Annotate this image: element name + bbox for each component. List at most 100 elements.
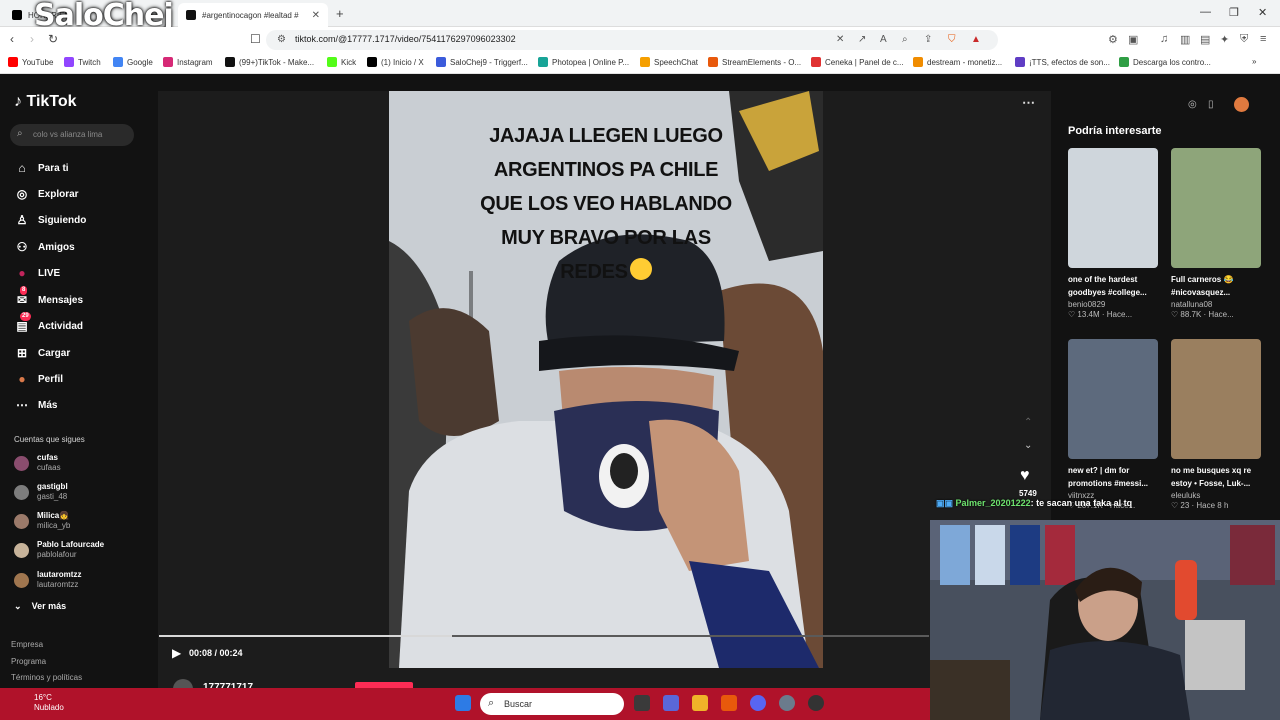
compass-icon[interactable]: ◎ (1188, 99, 1197, 110)
footer-link[interactable]: Empresa (11, 640, 43, 649)
bookmark-item[interactable]: SpeechChat (640, 57, 698, 67)
browser-tab-active[interactable]: #argentinocagon #lealtad # ✕ (178, 3, 328, 27)
see-more-button[interactable]: ⌄ Ver más (14, 601, 66, 612)
video-progress-bar[interactable] (159, 635, 929, 637)
recommended-video-card[interactable]: one of the hardest goodbyes #college... b… (1068, 148, 1160, 319)
bookmark-item[interactable]: ¡TTS, efectos de son... (1015, 57, 1110, 67)
nav-item[interactable]: ⊞ Cargar (14, 345, 70, 361)
store-icon[interactable] (663, 695, 679, 711)
obs-icon[interactable] (808, 695, 824, 711)
more-options-icon[interactable]: ⋯ (1022, 95, 1035, 111)
leo-icon[interactable]: ✦ (1220, 33, 1229, 46)
followed-account[interactable]: gastigbl gasti_48 (14, 482, 68, 502)
recommended-video-card[interactable]: Full carneros 😂 #nicovasquez... natalluna… (1171, 148, 1263, 319)
nav-item[interactable]: ▤ 29 Actividad (14, 312, 83, 334)
brave-shield-icon[interactable]: ⛉ (948, 34, 956, 45)
followed-account[interactable]: cufas cufaas (14, 453, 61, 473)
screenshot-icon[interactable]: ▣ (1128, 33, 1138, 46)
followed-account[interactable]: lautaromtzz lautaromtzz (14, 570, 81, 590)
forward-icon[interactable]: › (30, 32, 34, 46)
bookmark-item[interactable]: StreamElements - O... (708, 57, 801, 67)
search-input[interactable]: ⌕ colo vs alianza lima (10, 124, 134, 146)
tiktok-logo[interactable]: ♪ TikTok (14, 93, 77, 111)
device-icon[interactable]: ▯ (1208, 99, 1214, 110)
see-more-label: Ver más (31, 601, 67, 611)
followed-account[interactable]: Milica👧 milica_yb (14, 511, 70, 531)
recommended-video-card[interactable]: new et? | dm for promotions #messi... vii… (1068, 339, 1160, 510)
bookmark-item[interactable]: Photopea | Online P... (538, 57, 629, 67)
extensions-icon[interactable]: ⚙ (1108, 33, 1118, 46)
video-thumbnail (1171, 339, 1261, 459)
nav-item[interactable]: ● LIVE (14, 265, 60, 281)
bookmark-item[interactable]: SaloChej9 - Triggerf... (436, 57, 528, 67)
menu-icon[interactable]: ≡ (1260, 33, 1266, 45)
heart-icon[interactable]: ♥ (1020, 467, 1030, 485)
account-handle: pablolafour (37, 550, 77, 559)
footer-link[interactable]: Programa (11, 657, 46, 666)
upload-icon: ⊞ (16, 346, 28, 360)
wallet-icon[interactable]: ▤ (1200, 33, 1210, 46)
new-tab-button[interactable]: + (336, 6, 344, 21)
brave-rewards-icon[interactable]: ▲ (971, 34, 981, 45)
file-explorer-icon[interactable] (692, 695, 708, 711)
bookmark-favicon-icon (436, 57, 446, 67)
laughing-emoji-icon (629, 257, 652, 280)
bookmark-item[interactable]: Descarga los contro... (1119, 57, 1211, 67)
bookmark-item[interactable]: Google (113, 57, 153, 67)
discord-icon[interactable] (750, 695, 766, 711)
vpn-icon[interactable]: ⛨ (1240, 33, 1248, 46)
video-caption: JAJAJA LLEGEN LUEGO ARGENTINOS PA CHILE … (389, 119, 823, 289)
nav-item[interactable]: ♙ Siguiendo (14, 212, 87, 228)
task-view-icon[interactable] (634, 695, 650, 711)
brave-browser-icon[interactable] (721, 695, 737, 711)
zoom-icon[interactable]: ⌕ (902, 34, 908, 45)
play-icon[interactable]: ▶ (172, 646, 181, 660)
mute-icon[interactable]: ✕ (836, 34, 844, 45)
close-window-icon[interactable]: ✕ (1258, 6, 1267, 19)
share-icon[interactable]: ⇪ (924, 34, 932, 45)
bookmark-item[interactable]: (1) Inicio / X (367, 57, 424, 67)
music-icon[interactable]: ♫ (1160, 33, 1168, 45)
bookmark-item[interactable]: Kick (327, 57, 356, 67)
bookmark-item[interactable]: Ceneka | Panel de c... (811, 57, 904, 67)
bookmark-label: destream - monetiz... (927, 57, 1003, 67)
footer-link[interactable]: Términos y políticas (11, 673, 82, 682)
nav-item[interactable]: ⌂ Para ti (14, 160, 68, 176)
open-external-icon[interactable]: ↗ (858, 34, 866, 45)
taskbar-search[interactable]: ⌕ Buscar (480, 693, 624, 715)
video-player[interactable]: JAJAJA LLEGEN LUEGO ARGENTINOS PA CHILE … (389, 91, 823, 668)
card-title: new et? | dm for promotions #messi... (1068, 466, 1149, 488)
more-bookmarks-icon[interactable]: » (1252, 57, 1256, 66)
user-avatar[interactable] (1234, 97, 1249, 112)
minimize-icon[interactable]: — (1200, 6, 1211, 18)
bookmark-item[interactable]: Twitch (64, 57, 101, 67)
bookmark-item[interactable]: YouTube (8, 57, 53, 67)
followed-account[interactable]: Pablo Lafourcade pablolafour (14, 540, 104, 560)
bookmark-item[interactable]: destream - monetiz... (913, 57, 1002, 67)
back-icon[interactable]: ‹ (10, 32, 14, 46)
nav-item[interactable]: ⚇ Amigos (14, 239, 75, 255)
translate-icon[interactable]: A (880, 34, 887, 45)
bookmarks-bar: YouTube Twitch Google Instagram (99+)TikTok … (0, 53, 1280, 74)
nav-label: Siguiendo (38, 214, 87, 226)
windows-start-icon[interactable] (455, 695, 471, 711)
nav-item[interactable]: ✉ 8 Mensajes (14, 286, 83, 308)
bookmark-icon[interactable]: ☐ (250, 32, 261, 46)
close-tab-icon[interactable]: ✕ (312, 10, 320, 21)
settings-icon[interactable] (779, 695, 795, 711)
previous-video-icon[interactable]: ⌃ (1024, 417, 1032, 428)
nav-item[interactable]: ⋯ Más (14, 397, 57, 413)
nav-item[interactable]: ● Perfil (14, 371, 63, 387)
recommended-video-card[interactable]: no me busques xq re estoy • Fosse, Luk-.… (1171, 339, 1263, 510)
site-info-icon[interactable]: ⚙ (277, 34, 286, 45)
maximize-icon[interactable]: ❐ (1229, 6, 1239, 19)
nav-item[interactable]: ◎ Explorar (14, 186, 79, 202)
windows-taskbar: 16°C Nublado ⌕ Buscar (0, 688, 930, 720)
url-bar[interactable]: ⚙ tiktok.com/@17777.1717/video/754117629… (266, 30, 998, 50)
bookmark-item[interactable]: (99+)TikTok - Make... (225, 57, 314, 67)
sidebar-icon[interactable]: ▥ (1180, 33, 1190, 46)
weather-widget[interactable]: 16°C Nublado (34, 693, 64, 713)
reload-icon[interactable]: ↻ (48, 32, 58, 46)
bookmark-item[interactable]: Instagram (163, 57, 213, 67)
next-video-icon[interactable]: ⌄ (1024, 440, 1032, 451)
